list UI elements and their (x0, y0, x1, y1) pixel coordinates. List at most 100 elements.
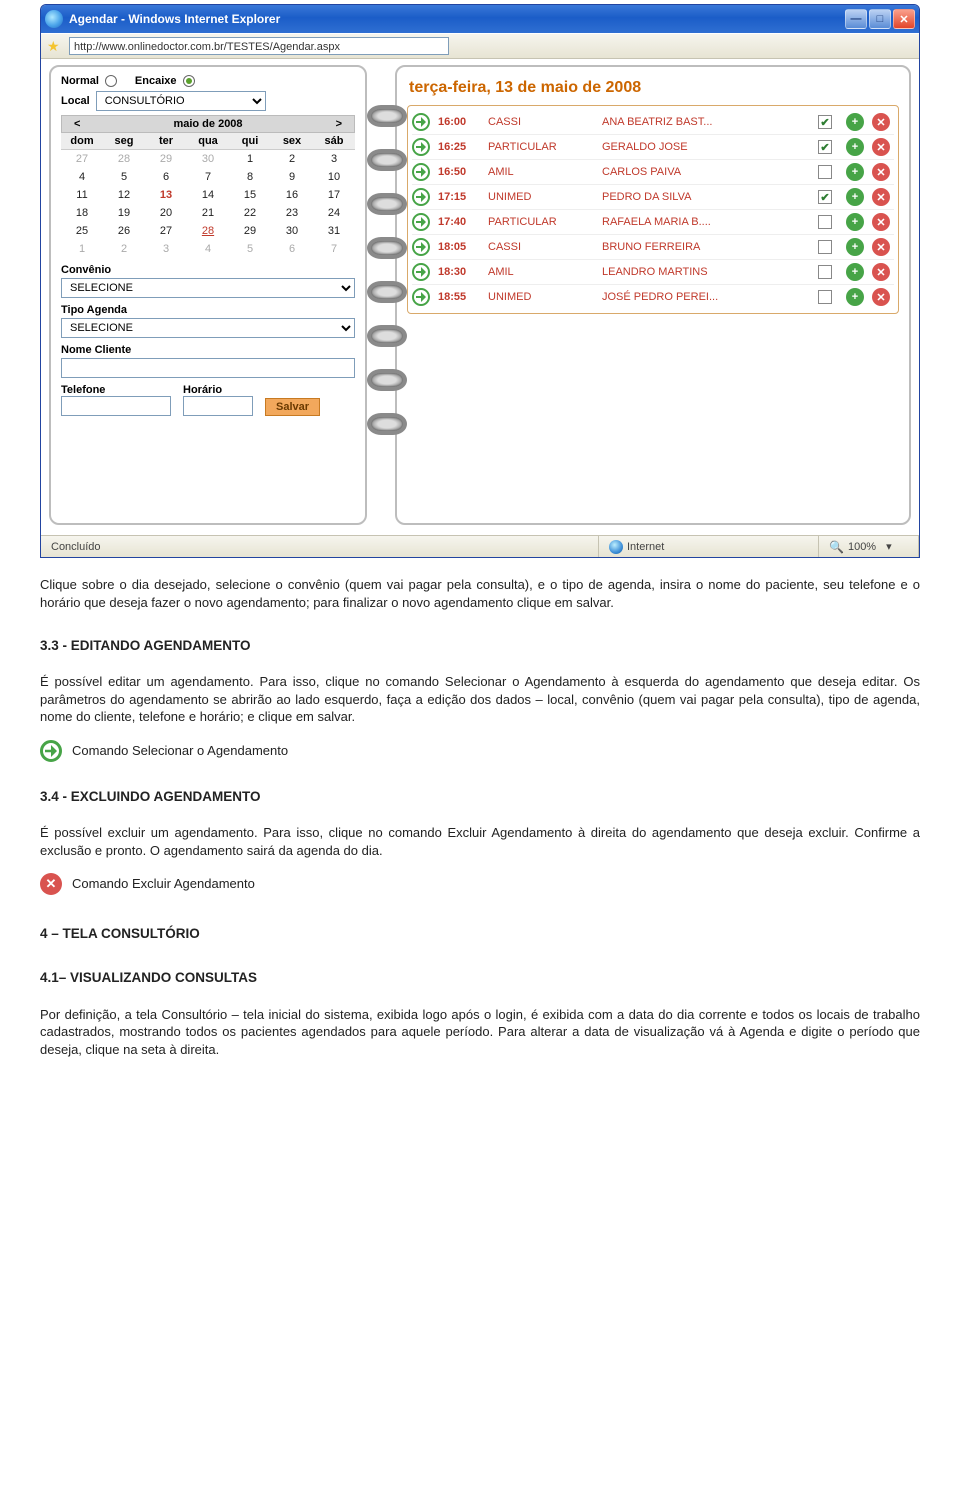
select-appointment-icon[interactable] (412, 138, 430, 156)
zoom-dropdown-icon[interactable]: ▾ (886, 540, 892, 553)
delete-appointment-icon[interactable]: ✕ (872, 238, 890, 256)
add-appointment-icon[interactable]: + (846, 238, 864, 256)
calendar-day[interactable]: 1 (61, 240, 103, 258)
delete-appointment-icon[interactable]: ✕ (872, 263, 890, 281)
calendar-day[interactable]: 13 (145, 186, 187, 204)
appointment-checkbox[interactable] (818, 265, 832, 279)
calendar-day[interactable]: 25 (61, 222, 103, 240)
calendar-day[interactable]: 8 (229, 168, 271, 186)
delete-appointment-icon[interactable]: ✕ (872, 138, 890, 156)
calendar-day[interactable]: 3 (313, 150, 355, 169)
salvar-button[interactable]: Salvar (265, 398, 320, 416)
tipo-agenda-select[interactable]: SELECIONE (61, 318, 355, 338)
calendar-day[interactable]: 6 (145, 168, 187, 186)
calendar-day[interactable]: 31 (313, 222, 355, 240)
calendar-day[interactable]: 5 (103, 168, 145, 186)
delete-appointment-icon[interactable]: ✕ (872, 288, 890, 306)
select-appointment-icon[interactable] (412, 238, 430, 256)
calendar-day[interactable]: 12 (103, 186, 145, 204)
appointment-plan: PARTICULAR (488, 141, 598, 153)
calendar-day[interactable]: 24 (313, 204, 355, 222)
add-appointment-icon[interactable]: + (846, 138, 864, 156)
select-appointment-icon[interactable] (412, 113, 430, 131)
calendar-nav: < maio de 2008 > (61, 115, 355, 133)
calendar-day[interactable]: 1 (229, 150, 271, 169)
appointment-patient: JOSÉ PEDRO PEREI... (602, 291, 814, 303)
calendar-day[interactable]: 18 (61, 204, 103, 222)
calendar-day[interactable]: 29 (145, 150, 187, 169)
appointment-checkbox[interactable] (818, 165, 832, 179)
delete-appointment-icon[interactable]: ✕ (872, 163, 890, 181)
calendar-day[interactable]: 14 (187, 186, 229, 204)
add-appointment-icon[interactable]: + (846, 213, 864, 231)
select-appointment-icon[interactable] (412, 188, 430, 206)
maximize-button[interactable]: □ (869, 9, 891, 29)
select-appointment-icon[interactable] (412, 213, 430, 231)
delete-appointment-icon[interactable]: ✕ (872, 188, 890, 206)
appointment-checkbox[interactable] (818, 215, 832, 229)
telefone-input[interactable] (61, 396, 171, 416)
appointment-checkbox[interactable]: ✔ (818, 115, 832, 129)
calendar-day[interactable]: 7 (187, 168, 229, 186)
select-appointment-icon[interactable] (412, 288, 430, 306)
minimize-button[interactable]: — (845, 9, 867, 29)
zoom-icon[interactable]: 🔍 (829, 540, 844, 554)
calendar-prev-button[interactable]: < (70, 118, 84, 130)
calendar-day[interactable]: 15 (229, 186, 271, 204)
calendar-day[interactable]: 28 (187, 222, 229, 240)
calendar-day[interactable]: 27 (145, 222, 187, 240)
calendar-day[interactable]: 4 (61, 168, 103, 186)
add-appointment-icon[interactable]: + (846, 113, 864, 131)
calendar-day[interactable]: 16 (271, 186, 313, 204)
calendar-day[interactable]: 20 (145, 204, 187, 222)
calendar-day[interactable]: 11 (61, 186, 103, 204)
select-appointment-icon[interactable] (412, 163, 430, 181)
calendar-day[interactable]: 27 (61, 150, 103, 169)
add-appointment-icon[interactable]: + (846, 288, 864, 306)
local-select[interactable]: CONSULTÓRIO (96, 91, 266, 111)
appointment-checkbox[interactable]: ✔ (818, 140, 832, 154)
calendar-day[interactable]: 29 (229, 222, 271, 240)
add-appointment-icon[interactable]: + (846, 188, 864, 206)
close-window-button[interactable]: ✕ (893, 9, 915, 29)
add-appointment-icon[interactable]: + (846, 263, 864, 281)
calendar-day[interactable]: 3 (145, 240, 187, 258)
calendar-day[interactable]: 9 (271, 168, 313, 186)
appointment-time: 18:55 (438, 291, 484, 303)
calendar-day[interactable]: 17 (313, 186, 355, 204)
add-appointment-icon[interactable]: + (846, 163, 864, 181)
calendar-day[interactable]: 30 (187, 150, 229, 169)
horario-input[interactable] (183, 396, 253, 416)
appointment-checkbox[interactable] (818, 240, 832, 254)
calendar-day[interactable]: 4 (187, 240, 229, 258)
appointment-checkbox[interactable] (818, 290, 832, 304)
calendar-day[interactable]: 26 (103, 222, 145, 240)
delete-appointment-icon[interactable]: ✕ (872, 113, 890, 131)
telefone-label: Telefone (61, 384, 171, 396)
calendar-day[interactable]: 7 (313, 240, 355, 258)
calendar-day[interactable]: 5 (229, 240, 271, 258)
calendar-day[interactable]: 10 (313, 168, 355, 186)
calendar-day[interactable]: 22 (229, 204, 271, 222)
address-url-field[interactable]: http://www.onlinedoctor.com.br/TESTES/Ag… (69, 37, 449, 55)
select-appointment-icon[interactable] (412, 263, 430, 281)
delete-appointment-icon[interactable]: ✕ (872, 213, 890, 231)
calendar-next-button[interactable]: > (332, 118, 346, 130)
calendar-day[interactable]: 2 (271, 150, 313, 169)
calendar-day[interactable]: 30 (271, 222, 313, 240)
calendar-day[interactable]: 23 (271, 204, 313, 222)
calendar-day[interactable]: 6 (271, 240, 313, 258)
nome-cliente-input[interactable] (61, 358, 355, 378)
radio-encaixe[interactable] (183, 75, 195, 87)
convenio-label: Convênio (61, 264, 355, 276)
calendar-day[interactable]: 28 (103, 150, 145, 169)
calendar-day[interactable]: 19 (103, 204, 145, 222)
doc-h4: 4 – TELA CONSULTÓRIO (40, 925, 920, 943)
calendar-day[interactable]: 21 (187, 204, 229, 222)
calendar-day[interactable]: 2 (103, 240, 145, 258)
convenio-select[interactable]: SELECIONE (61, 278, 355, 298)
radio-normal[interactable] (105, 75, 117, 87)
appointment-row: 16:00CASSIANA BEATRIZ BAST...✔+✕ (412, 110, 894, 135)
favorites-icon[interactable]: ★ (47, 38, 63, 54)
appointment-checkbox[interactable]: ✔ (818, 190, 832, 204)
